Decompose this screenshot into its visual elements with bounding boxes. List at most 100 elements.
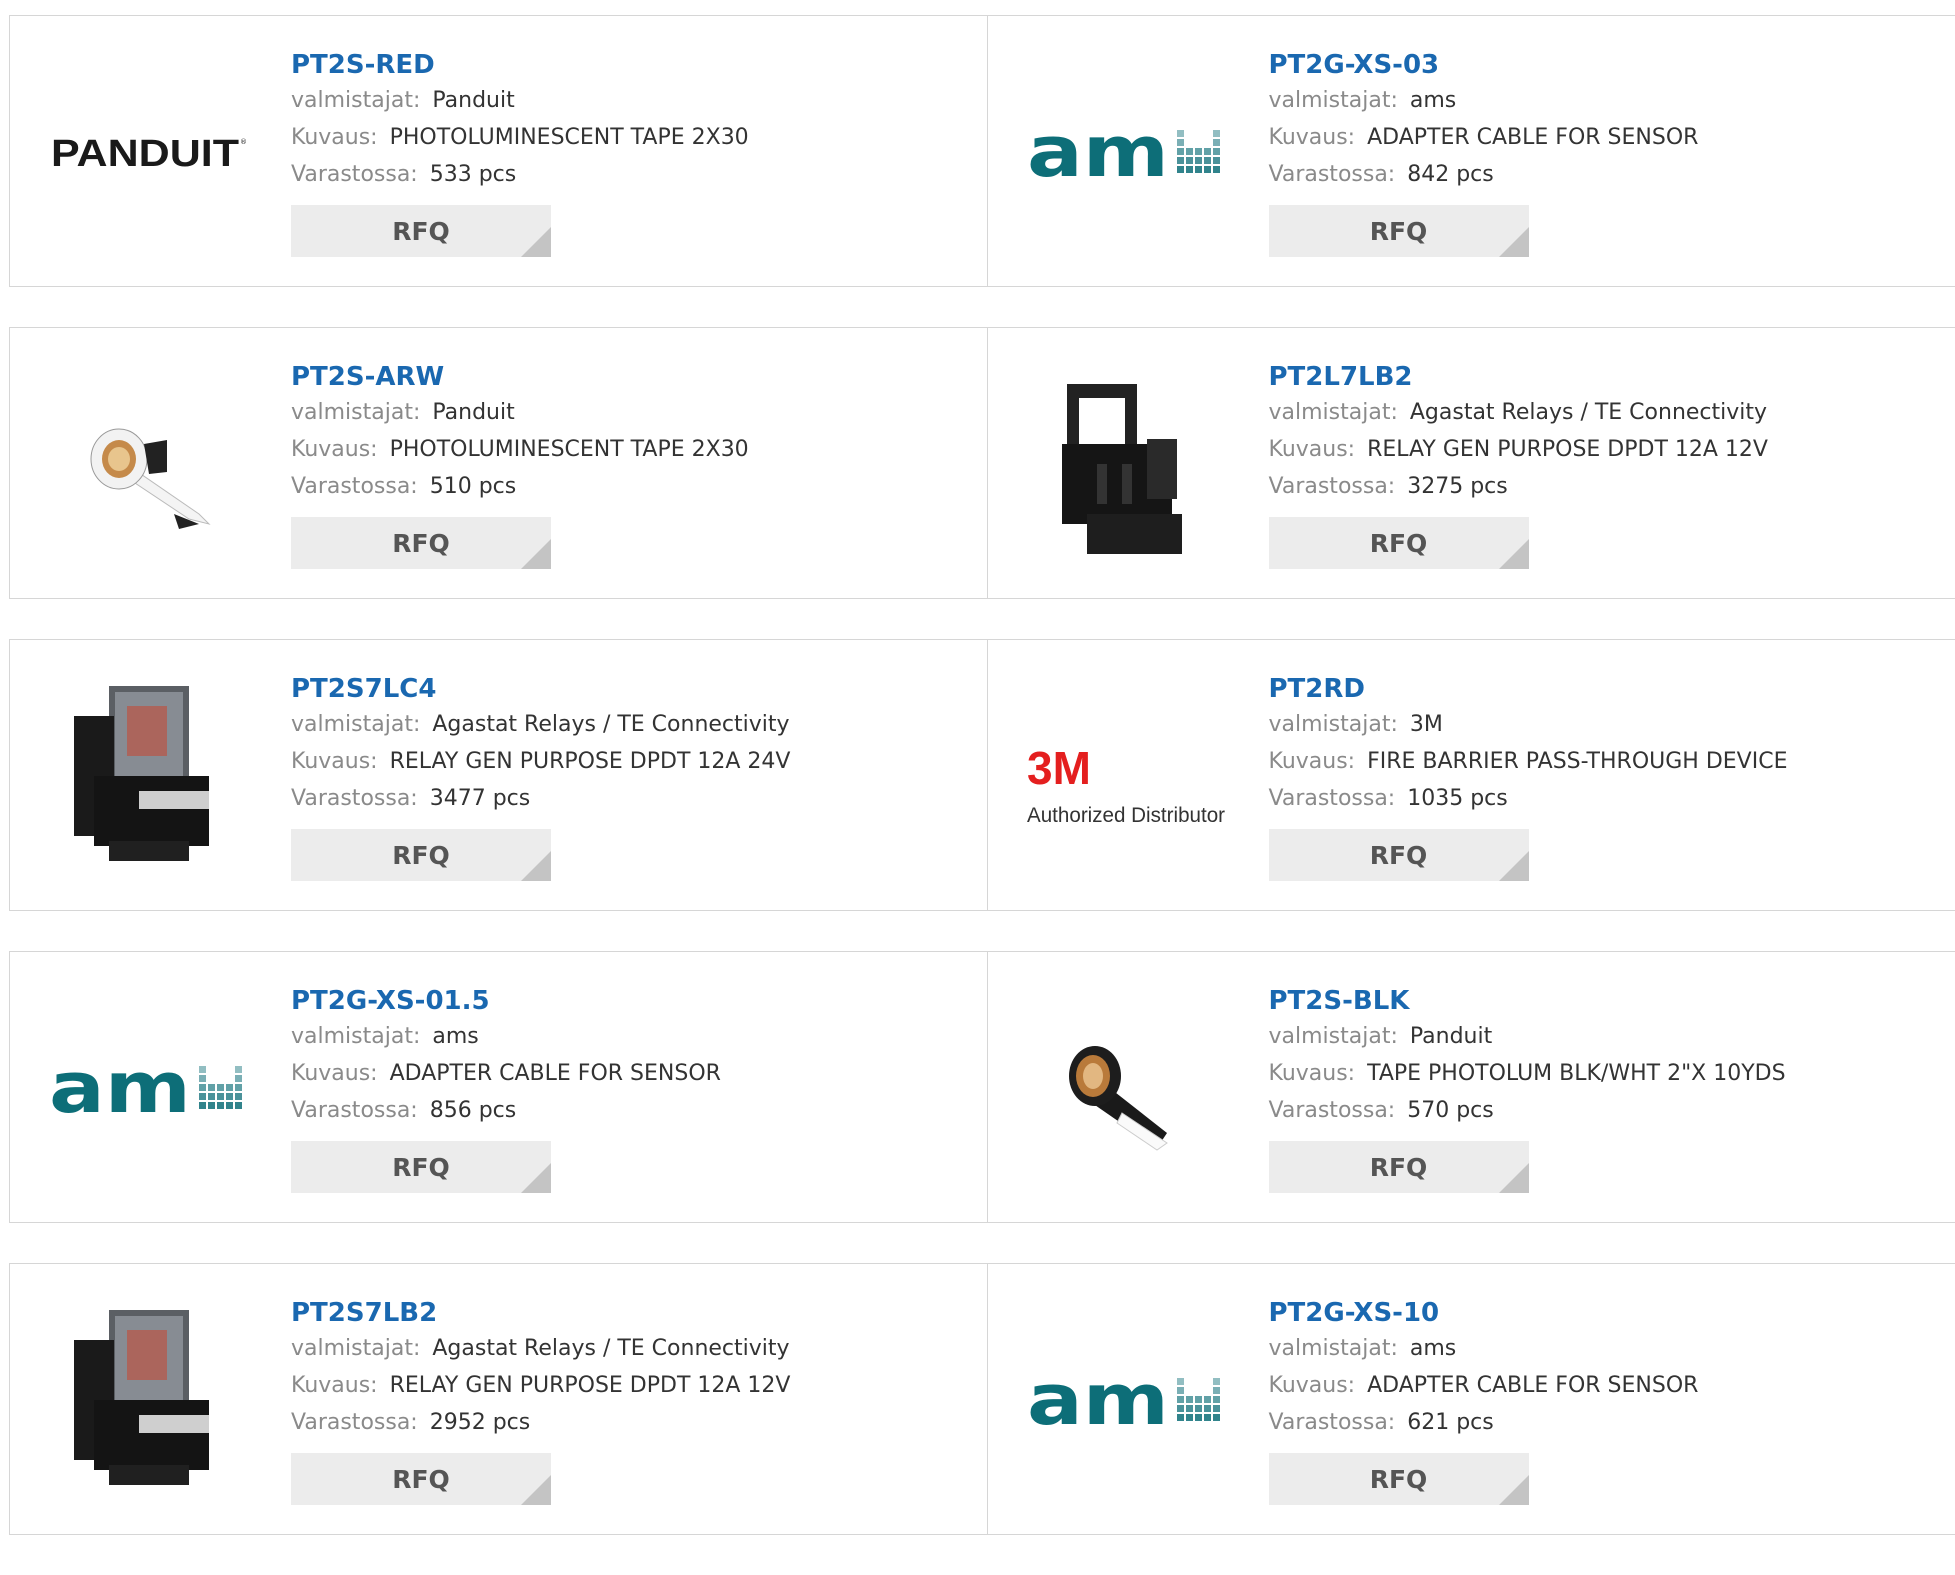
- stock-line: Varastossa:842 pcs: [1269, 156, 1699, 193]
- tape-roll-black[interactable]: [1027, 988, 1227, 1188]
- rfq-label: RFQ: [1370, 1465, 1428, 1494]
- rfq-label: RFQ: [392, 217, 450, 246]
- stock-value: 621 pcs: [1407, 1410, 1494, 1435]
- part-number-link[interactable]: PT2S7LC4: [291, 672, 790, 706]
- panduit-logo-text: PANDUIT: [51, 133, 239, 175]
- tape-roll-white[interactable]: [49, 364, 249, 564]
- stock-line: Varastossa:570 pcs: [1269, 1092, 1786, 1129]
- corner-fold: [1499, 851, 1529, 881]
- rfq-button[interactable]: RFQ: [291, 205, 551, 257]
- part-number-link[interactable]: PT2S7LB2: [291, 1296, 790, 1330]
- stock-label: Varastossa:: [291, 474, 418, 499]
- corner-fold: [1499, 1475, 1529, 1505]
- 3m-logo[interactable]: 3MAuthorized Distributor: [1027, 676, 1227, 876]
- corner-fold: [1499, 539, 1529, 569]
- stock-label: Varastossa:: [1269, 786, 1396, 811]
- manufacturer-value: Agastat Relays / TE Connectivity: [1410, 400, 1767, 425]
- product-card: am PT2G-XS-03 valmistajat:ams Kuvaus:ADA…: [987, 16, 1955, 286]
- part-number-link[interactable]: PT2S-RED: [291, 48, 749, 82]
- product-info: PT2S-RED valmistajat:Panduit Kuvaus:PHOT…: [291, 48, 749, 257]
- description-line: Kuvaus:ADAPTER CABLE FOR SENSOR: [1269, 119, 1699, 156]
- svg-text:am: am: [1027, 1359, 1169, 1441]
- manufacturer-line: valmistajat:Panduit: [291, 394, 749, 431]
- manufacturer-line: valmistajat: Panduit: [1269, 1018, 1786, 1055]
- part-number-link[interactable]: PT2L7LB2: [1269, 360, 1768, 394]
- rfq-button[interactable]: RFQ: [1269, 517, 1529, 569]
- rfq-label: RFQ: [392, 841, 450, 870]
- stock-line: Varastossa: 1035 pcs: [1269, 780, 1788, 817]
- manufacturer-label: valmistajat:: [291, 1336, 420, 1361]
- product-grid: PANDUIT® PT2S-RED valmistajat:Panduit Ku…: [9, 15, 1955, 1575]
- svg-text:am: am: [49, 1047, 191, 1129]
- stock-line: Varastossa:621 pcs: [1269, 1404, 1699, 1441]
- product-row: PANDUIT® PT2S-RED valmistajat:Panduit Ku…: [9, 15, 1955, 287]
- stock-value: 1035 pcs: [1407, 786, 1508, 811]
- manufacturer-line: valmistajat:ams: [291, 1018, 721, 1055]
- manufacturer-value: Panduit: [432, 88, 514, 113]
- manufacturer-label: valmistajat:: [1269, 88, 1398, 113]
- rfq-label: RFQ: [1370, 1153, 1428, 1182]
- corner-fold: [521, 1163, 551, 1193]
- part-number-link[interactable]: PT2S-BLK: [1269, 984, 1786, 1018]
- stock-line: Varastossa:510 pcs: [291, 468, 749, 505]
- part-number-link[interactable]: PT2G-XS-03: [1269, 48, 1699, 82]
- manufacturer-value: Panduit: [1410, 1024, 1492, 1049]
- relay-socket[interactable]: [1027, 364, 1227, 564]
- product-card: PT2S7LC4 valmistajat:Agastat Relays / TE…: [10, 640, 987, 910]
- description-line: Kuvaus:PHOTOLUMINESCENT TAPE 2X30: [291, 119, 749, 156]
- ams-logo[interactable]: am: [1027, 52, 1227, 252]
- description-line: Kuvaus:RELAY GEN PURPOSE DPDT 12A 12V: [1269, 431, 1768, 468]
- relay[interactable]: [49, 676, 249, 876]
- relay[interactable]: [49, 1300, 249, 1500]
- rfq-button[interactable]: RFQ: [1269, 1453, 1529, 1505]
- description-value: RELAY GEN PURPOSE DPDT 12A 12V: [390, 1373, 791, 1398]
- stock-line: Varastossa: 856 pcs: [291, 1092, 721, 1129]
- description-label: Kuvaus:: [1269, 437, 1356, 462]
- rfq-button[interactable]: RFQ: [291, 829, 551, 881]
- description-line: Kuvaus:TAPE PHOTOLUM BLK/WHT 2"X 10YDS: [1269, 1055, 1786, 1092]
- stock-line: Varastossa:3275 pcs: [1269, 468, 1768, 505]
- rfq-button[interactable]: RFQ: [291, 1141, 551, 1193]
- manufacturer-label: valmistajat:: [291, 712, 420, 737]
- description-line: Kuvaus:PHOTOLUMINESCENT TAPE 2X30: [291, 431, 749, 468]
- product-row: PT2S-ARW valmistajat:Panduit Kuvaus:PHOT…: [9, 327, 1955, 599]
- rfq-button[interactable]: RFQ: [291, 517, 551, 569]
- stock-label: Varastossa:: [291, 786, 418, 811]
- rfq-button[interactable]: RFQ: [291, 1453, 551, 1505]
- stock-label: Varastossa:: [291, 1098, 418, 1123]
- manufacturer-label: valmistajat:: [291, 400, 420, 425]
- description-label: Kuvaus:: [1269, 125, 1356, 150]
- ams-logo[interactable]: am: [49, 988, 249, 1188]
- description-value: FIRE BARRIER PASS-THROUGH DEVICE: [1367, 749, 1787, 774]
- description-line: Kuvaus:ADAPTER CABLE FOR SENSOR: [291, 1055, 721, 1092]
- panduit-logo[interactable]: PANDUIT®: [49, 52, 249, 252]
- rfq-button[interactable]: RFQ: [1269, 1141, 1529, 1193]
- product-row: am PT2G-XS-01.5 valmistajat:ams Kuvaus:A…: [9, 951, 1955, 1223]
- product-card: PT2L7LB2 valmistajat:Agastat Relays / TE…: [987, 328, 1955, 598]
- product-card: PT2S7LB2 valmistajat:Agastat Relays / TE…: [10, 1264, 987, 1534]
- stock-line: Varastossa:2952 pcs: [291, 1404, 790, 1441]
- part-number-link[interactable]: PT2S-ARW: [291, 360, 749, 394]
- description-value: ADAPTER CABLE FOR SENSOR: [390, 1061, 721, 1086]
- manufacturer-value: ams: [1410, 1336, 1456, 1361]
- part-number-link[interactable]: PT2G-XS-10: [1269, 1296, 1699, 1330]
- rfq-button[interactable]: RFQ: [1269, 205, 1529, 257]
- rfq-button[interactable]: RFQ: [1269, 829, 1529, 881]
- rfq-label: RFQ: [392, 1465, 450, 1494]
- part-number-link[interactable]: PT2RD: [1269, 672, 1788, 706]
- rfq-label: RFQ: [1370, 841, 1428, 870]
- manufacturer-line: valmistajat:Agastat Relays / TE Connecti…: [291, 1330, 790, 1367]
- stock-value: 856 pcs: [430, 1098, 517, 1123]
- product-card: 3MAuthorized Distributor PT2RD valmistaj…: [987, 640, 1955, 910]
- manufacturer-line: valmistajat:ams: [1269, 1330, 1699, 1367]
- product-info: PT2S7LC4 valmistajat:Agastat Relays / TE…: [291, 672, 790, 881]
- stock-line: Varastossa:533 pcs: [291, 156, 749, 193]
- stock-value: 3477 pcs: [430, 786, 531, 811]
- manufacturer-label: valmistajat:: [1269, 1024, 1398, 1049]
- ams-logo[interactable]: am: [1027, 1300, 1227, 1500]
- part-number-link[interactable]: PT2G-XS-01.5: [291, 984, 721, 1018]
- product-info: PT2G-XS-10 valmistajat:ams Kuvaus:ADAPTE…: [1269, 1296, 1699, 1505]
- svg-text:3M: 3M: [1027, 742, 1091, 794]
- stock-line: Varastossa: 3477 pcs: [291, 780, 790, 817]
- description-label: Kuvaus:: [291, 1373, 378, 1398]
